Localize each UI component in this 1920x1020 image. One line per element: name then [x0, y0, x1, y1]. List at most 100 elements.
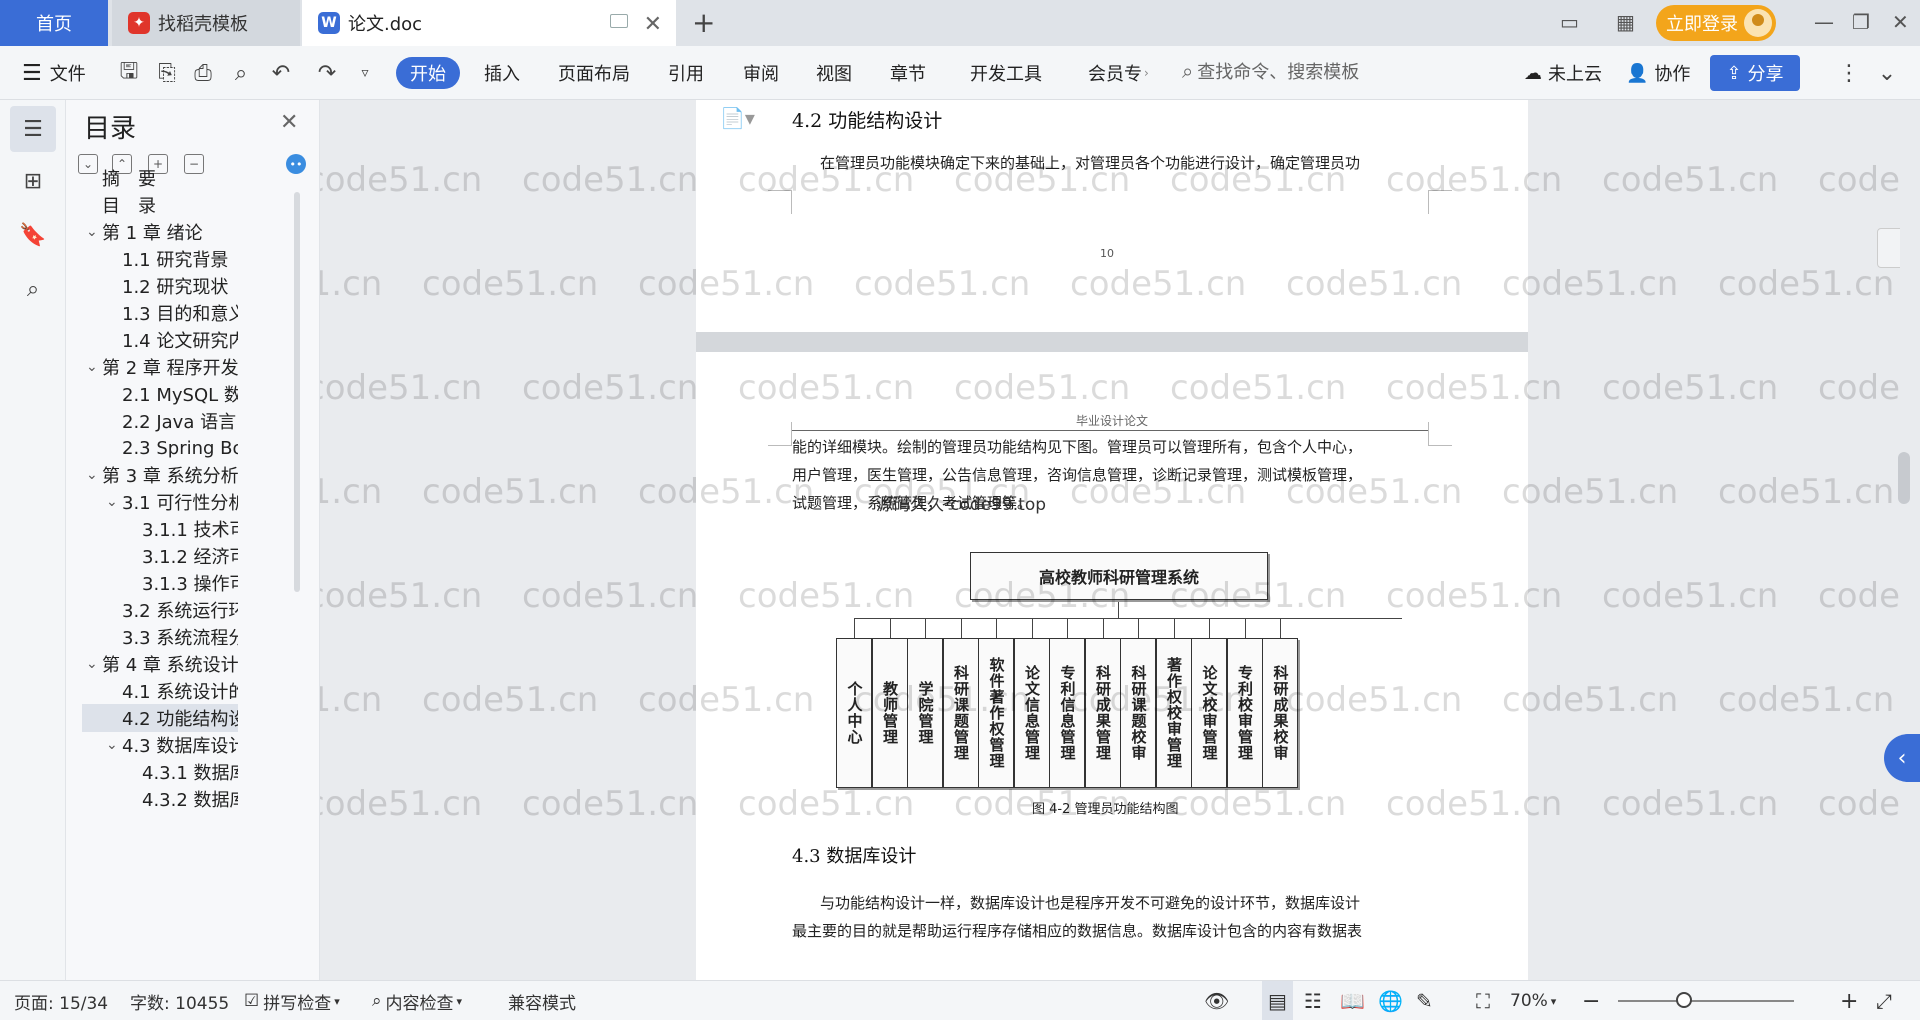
zoom-slider[interactable]: [1618, 1000, 1794, 1002]
content-check-toggle[interactable]: ⌕ 内容检查 ▾: [372, 981, 462, 1020]
fullscreen-icon[interactable]: ⤢: [1876, 981, 1892, 1020]
menu-insert[interactable]: 插入: [484, 46, 520, 100]
apps-grid-icon[interactable]: ▦: [1616, 10, 1635, 34]
share-button[interactable]: ⇪ 分享: [1710, 55, 1800, 91]
toc-item[interactable]: ⌄ 3.1 可行性分析: [82, 488, 238, 516]
close-tab-icon[interactable]: ✕: [644, 12, 662, 37]
toc-scrollbar[interactable]: [294, 192, 300, 592]
monitor-icon[interactable]: [610, 14, 628, 28]
word-count[interactable]: 字数: 10455: [130, 981, 229, 1020]
menu-view[interactable]: 视图: [816, 46, 852, 100]
collab-user-icon: 👤: [1626, 62, 1649, 84]
toc-item[interactable]: 1.2 研究现状: [82, 272, 238, 300]
document-canvas[interactable]: 📄▾ 4.2 功能结构设计 在管理员功能模块确定下来的基础上，对管理员各个功能进…: [320, 100, 1900, 980]
toc-item[interactable]: 1.4 论文研究内...: [82, 326, 238, 354]
document-page[interactable]: 📄▾ 4.2 功能结构设计 在管理员功能模块确定下来的基础上，对管理员各个功能进…: [696, 100, 1528, 332]
cloud-status[interactable]: ☁ 未上云: [1524, 46, 1602, 100]
toc-item[interactable]: ⌄第 2 章 程序开发技...: [82, 353, 238, 381]
chevron-down-icon[interactable]: ⌄: [106, 737, 120, 753]
ai-toc-icon[interactable]: ••: [286, 154, 306, 174]
find-icon[interactable]: ⌕: [10, 266, 56, 312]
diagram-root-node: 高校教师科研管理系统: [970, 552, 1268, 600]
layout-toggle-icon[interactable]: ▭: [1560, 10, 1579, 34]
toc-item[interactable]: 3.3 系统流程分...: [82, 623, 238, 651]
new-tab-icon[interactable]: +: [692, 6, 715, 39]
more-icon[interactable]: ⋮: [1836, 60, 1862, 86]
window-close-icon[interactable]: ✕: [1892, 10, 1909, 34]
toc-panel-icon[interactable]: ☰: [10, 106, 56, 152]
menu-chapter[interactable]: 章节: [890, 46, 926, 100]
menu-member[interactable]: 会员专 ›: [1088, 46, 1149, 100]
document-page[interactable]: 毕业设计论文 能的详细模块。绘制的管理员功能结构见下图。管理员可以管理所有，包含…: [696, 352, 1528, 980]
zoom-slider-handle[interactable]: [1676, 992, 1692, 1008]
collapse-ribbon-icon[interactable]: ⌄: [1874, 60, 1900, 86]
save-icon[interactable]: 🖫: [116, 59, 142, 86]
menu-page-layout[interactable]: 页面布局: [558, 46, 630, 100]
toc-item[interactable]: 4.2 功能结构设...: [82, 704, 238, 732]
web-view-icon[interactable]: 🌐: [1378, 981, 1403, 1020]
toc-close-icon[interactable]: ✕: [280, 110, 298, 135]
zoom-in-icon[interactable]: +: [1840, 981, 1858, 1020]
toc-item[interactable]: 4.1 系统设计的...: [82, 677, 238, 705]
menu-start[interactable]: 开始: [396, 57, 460, 89]
bookmark-icon[interactable]: 🔖: [10, 212, 56, 258]
quick-access-dropdown-icon[interactable]: ▿: [352, 60, 378, 86]
redo-icon[interactable]: ↷: [314, 60, 340, 86]
chevron-down-icon[interactable]: ⌄: [86, 224, 100, 240]
pen-icon[interactable]: ✎: [1416, 981, 1433, 1020]
writer-doc-icon: W: [318, 12, 340, 34]
eye-protection-icon[interactable]: 👁: [1204, 981, 1229, 1020]
login-button[interactable]: 立即登录: [1656, 5, 1776, 41]
collab-button[interactable]: 👤 协作: [1626, 46, 1690, 100]
page-indicator[interactable]: 页面: 15/34: [14, 981, 108, 1020]
toc-item[interactable]: ⌄ 第 3 章 系统分析: [82, 461, 238, 489]
toc-item[interactable]: 摘 要: [82, 164, 238, 192]
export-pdf-icon[interactable]: ⎘: [154, 60, 180, 86]
toc-item[interactable]: 3.1.2 经济可...: [82, 542, 238, 570]
toc-item[interactable]: 3.1.3 操作可...: [82, 569, 238, 597]
toc-item[interactable]: 2.2 Java 语言: [82, 407, 238, 435]
print-icon[interactable]: ⎙: [190, 60, 216, 86]
print-preview-icon[interactable]: ⌕: [228, 60, 254, 86]
tab-document[interactable]: W 论文.doc ✕: [302, 0, 676, 46]
undo-icon[interactable]: ↶: [268, 60, 294, 86]
chevron-down-icon[interactable]: ⌄: [86, 656, 100, 672]
command-search[interactable]: ⌕ 查找命令、搜索模板: [1182, 58, 1359, 84]
toc-item[interactable]: ⌄ 4.3 数据库设计: [82, 731, 238, 759]
toc-item[interactable]: 2.1 MySQL 数据...: [82, 380, 238, 408]
document-scrollbar[interactable]: [1898, 452, 1910, 504]
chevron-down-icon[interactable]: ⌄: [86, 359, 100, 375]
toc-item[interactable]: 3.2 系统运行环...: [82, 596, 238, 624]
toc-item[interactable]: 1.1 研究背景: [82, 245, 238, 273]
menu-references[interactable]: 引用: [668, 46, 704, 100]
menu-review[interactable]: 审阅: [743, 46, 779, 100]
chevron-down-icon[interactable]: ⌄: [86, 467, 100, 483]
reading-view-icon[interactable]: 📖: [1340, 981, 1365, 1020]
minimize-icon[interactable]: —: [1814, 10, 1834, 34]
toc-item[interactable]: 1.3 目的和意义: [82, 299, 238, 327]
fit-page-icon[interactable]: ⛶: [1476, 981, 1490, 1020]
file-menu[interactable]: ☰ 文件: [22, 46, 86, 100]
outline-view-icon[interactable]: ☷: [1304, 981, 1322, 1020]
spell-check-toggle[interactable]: ☑ 拼写检查 ▾: [244, 981, 340, 1020]
toc-item[interactable]: ⌄ 第 4 章 系统设计: [82, 650, 238, 678]
chevron-down-icon[interactable]: ⌄: [106, 494, 120, 510]
menu-developer[interactable]: 开发工具: [970, 46, 1042, 100]
tab-template[interactable]: ✦ 找稻壳模板: [112, 0, 300, 46]
toc-item[interactable]: 3.1.1 技术可...: [82, 515, 238, 543]
toc-item-label: 第 3 章 系统分析: [102, 466, 238, 487]
toc-item[interactable]: 2.3 Spring Boot ...: [82, 434, 238, 462]
floating-tool-icon[interactable]: [1877, 228, 1900, 268]
diagram-leaf-node: 论文校审管理: [1191, 638, 1227, 788]
tab-home[interactable]: 首页: [0, 0, 108, 46]
toc-item[interactable]: 目 录: [82, 191, 238, 219]
restore-icon[interactable]: ❐: [1852, 10, 1870, 34]
toc-item[interactable]: ⌄ 第 1 章 绪论: [82, 218, 238, 246]
zoom-out-icon[interactable]: −: [1582, 981, 1600, 1020]
toc-item[interactable]: 4.3.1 数据库 ...: [82, 758, 238, 786]
paste-format-icon[interactable]: 📄▾: [720, 106, 755, 130]
chapter-nav-icon[interactable]: ⊞: [10, 158, 56, 204]
toc-item[interactable]: 4.3.2 数据库...: [82, 785, 238, 813]
page-view-icon[interactable]: ▤: [1262, 981, 1293, 1020]
zoom-dropdown[interactable]: 70% ▾: [1510, 981, 1556, 1020]
